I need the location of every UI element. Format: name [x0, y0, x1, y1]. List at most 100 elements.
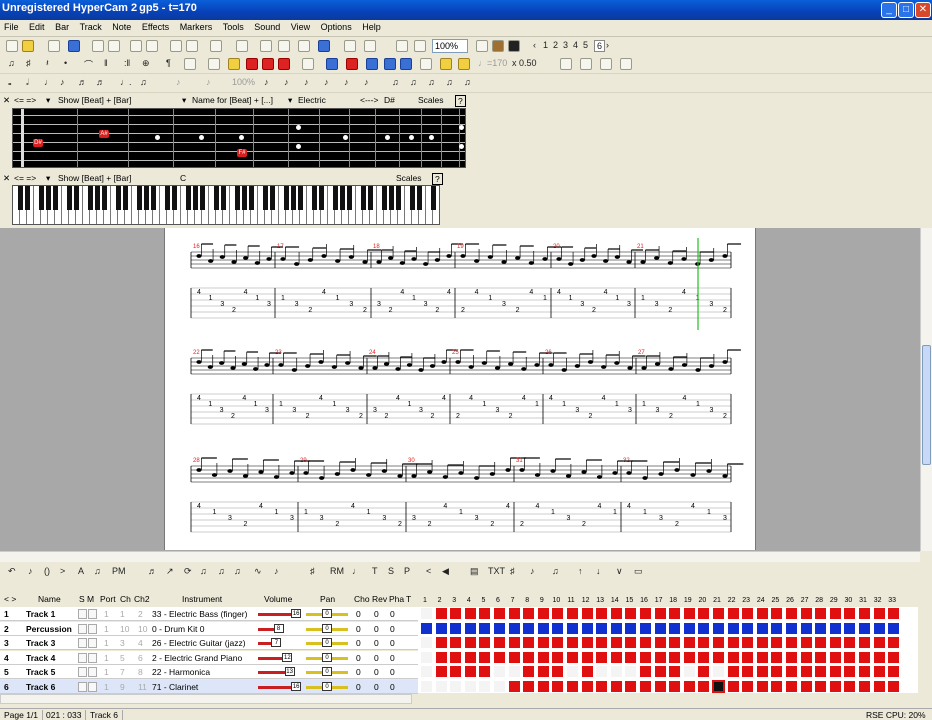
bar-cell[interactable] — [799, 680, 813, 693]
volume-value[interactable]: 12 — [282, 652, 293, 662]
bar-cell[interactable] — [872, 621, 886, 635]
rest-icon[interactable]: 𝄽 — [46, 58, 49, 69]
bar-cell[interactable] — [712, 636, 725, 650]
bar-cell[interactable] — [799, 607, 813, 620]
track-name[interactable]: Track 1 — [26, 609, 55, 619]
pan-value[interactable]: 0 — [322, 667, 332, 677]
bar-cell[interactable] — [858, 680, 871, 693]
bar-cell[interactable] — [639, 680, 652, 693]
bar-cell[interactable] — [814, 650, 828, 664]
menu-options[interactable]: Options — [317, 20, 356, 34]
bar-cell[interactable] — [595, 607, 609, 620]
bar-cell[interactable] — [828, 636, 842, 650]
bar-cell[interactable] — [668, 636, 682, 650]
bar-line-icon[interactable]: ‖ — [104, 58, 108, 68]
tuplet-icon[interactable]: ♫ — [140, 77, 147, 87]
track-instrument[interactable]: 26 - Electric Guitar (jazz) — [152, 638, 246, 648]
mute-button[interactable] — [88, 609, 97, 619]
page-view-icon[interactable] — [344, 40, 356, 52]
dynamic-f-icon[interactable]: ♪ — [284, 77, 289, 87]
bar-cell[interactable] — [507, 680, 521, 693]
bar-cell[interactable] — [566, 621, 579, 635]
black-key[interactable] — [95, 186, 100, 210]
bar-cell[interactable] — [609, 636, 623, 650]
sixteenth-note-icon[interactable]: ♬ — [78, 77, 87, 87]
stop-icon[interactable] — [346, 58, 358, 70]
bar-cell[interactable] — [478, 680, 492, 693]
bar-cell[interactable] — [493, 621, 506, 635]
bar-cell[interactable] — [507, 636, 521, 650]
grid-icon[interactable] — [260, 40, 272, 52]
page-4[interactable]: 4 — [573, 40, 578, 50]
countdown-icon[interactable] — [440, 58, 452, 70]
delete-bar-icon[interactable] — [236, 40, 248, 52]
line-icon[interactable]: ▭ — [634, 566, 643, 577]
bend-icon[interactable]: ♪ — [28, 566, 33, 576]
black-key[interactable] — [151, 186, 156, 210]
bar-cell[interactable] — [478, 607, 492, 620]
black-key[interactable] — [25, 186, 30, 210]
track-instrument[interactable]: 22 - Harmonica — [152, 667, 210, 677]
bar-cell[interactable] — [536, 621, 550, 635]
mute-button[interactable] — [88, 638, 97, 649]
text-box-icon[interactable]: ▤ — [470, 566, 479, 577]
bar-cell[interactable] — [741, 680, 755, 693]
bar-cell[interactable] — [463, 680, 477, 693]
track-row[interactable]: 3 Track 3 1 3 4 26 - Electric Guitar (jazz) 0 0… — [0, 636, 418, 651]
key-scales-button[interactable]: Scales — [396, 173, 422, 183]
bar-cell[interactable] — [551, 636, 565, 650]
guitar-icon[interactable] — [492, 40, 504, 52]
bar-cell[interactable] — [697, 636, 711, 650]
eighth-note-icon[interactable]: ♪ — [60, 77, 65, 87]
close-fretboard-icon[interactable]: ✕ — [3, 95, 10, 106]
bar-cell[interactable] — [653, 621, 667, 635]
fade-icon[interactable]: ⟳ — [184, 566, 192, 577]
bar-cell[interactable] — [493, 650, 506, 664]
bar-cell[interactable] — [872, 636, 886, 650]
bar-cell[interactable] — [741, 607, 755, 620]
rewind-icon[interactable] — [384, 58, 396, 70]
bar-cell[interactable] — [624, 621, 638, 635]
bar-cell[interactable] — [478, 665, 492, 679]
black-key[interactable] — [298, 186, 303, 210]
black-key[interactable] — [116, 186, 121, 210]
black-key[interactable] — [53, 186, 58, 210]
globe-icon[interactable] — [318, 40, 330, 52]
bar-cell[interactable] — [755, 665, 769, 679]
percent-display[interactable]: 100% — [232, 77, 255, 87]
bar-cell[interactable] — [741, 650, 755, 664]
chevron-down-icon[interactable]: ▾ — [288, 95, 292, 106]
bar-cell[interactable] — [639, 650, 652, 664]
black-key[interactable] — [123, 186, 128, 210]
page-1[interactable]: 1 — [543, 40, 548, 50]
open-file-icon[interactable] — [22, 40, 34, 52]
bar-cell[interactable] — [712, 665, 725, 679]
bar-cell[interactable] — [420, 650, 433, 664]
volume-value[interactable]: 7 — [271, 638, 282, 648]
bar-cell[interactable] — [785, 680, 798, 693]
page-next-icon[interactable]: › — [606, 40, 609, 50]
bar-cell[interactable] — [551, 650, 565, 664]
dead-note-icon[interactable]: ♫ — [428, 77, 435, 87]
black-key[interactable] — [144, 186, 149, 210]
bar-cell[interactable] — [507, 607, 521, 620]
bar-cell[interactable] — [478, 621, 492, 635]
bar-cell[interactable] — [653, 680, 667, 693]
bar-cell[interactable] — [828, 607, 842, 620]
thirtysecond-note-icon[interactable]: ♬ — [96, 77, 105, 87]
bar-cell[interactable] — [785, 636, 798, 650]
solo-button[interactable] — [78, 623, 87, 634]
bar-cell[interactable] — [887, 665, 901, 679]
bar-cell[interactable] — [522, 607, 536, 620]
bar-cell[interactable] — [507, 665, 521, 679]
black-key[interactable] — [39, 186, 44, 210]
pan-value[interactable]: 0 — [322, 652, 332, 662]
bar-cell[interactable] — [697, 607, 711, 620]
page-layout-icon[interactable] — [364, 40, 376, 52]
menu-bar[interactable]: Bar — [51, 20, 73, 34]
fretboard[interactable]: D# A# F# — [12, 108, 466, 168]
black-key[interactable] — [361, 186, 366, 210]
txt-icon[interactable]: TXT — [488, 566, 505, 576]
bar-cell[interactable] — [595, 650, 609, 664]
bar-cell[interactable] — [828, 665, 842, 679]
